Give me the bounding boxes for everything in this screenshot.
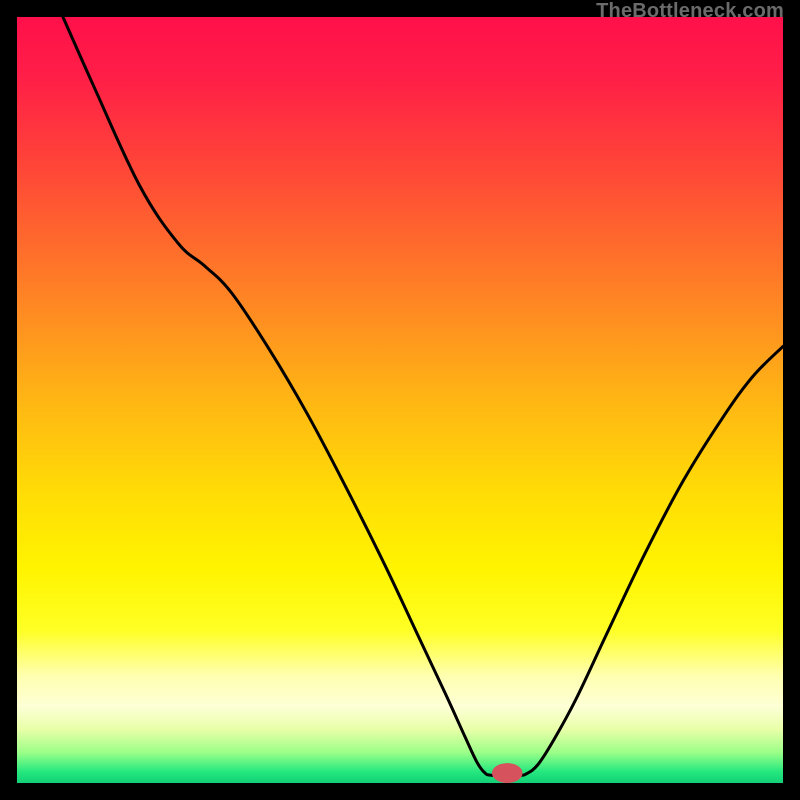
- chart-background-gradient: [17, 17, 783, 783]
- watermark-label: TheBottleneck.com: [596, 0, 784, 23]
- chart-frame: TheBottleneck.com: [0, 0, 800, 800]
- chart-svg: [17, 17, 783, 783]
- optimal-point-marker: [492, 763, 523, 783]
- chart-plot-area: [17, 17, 783, 783]
